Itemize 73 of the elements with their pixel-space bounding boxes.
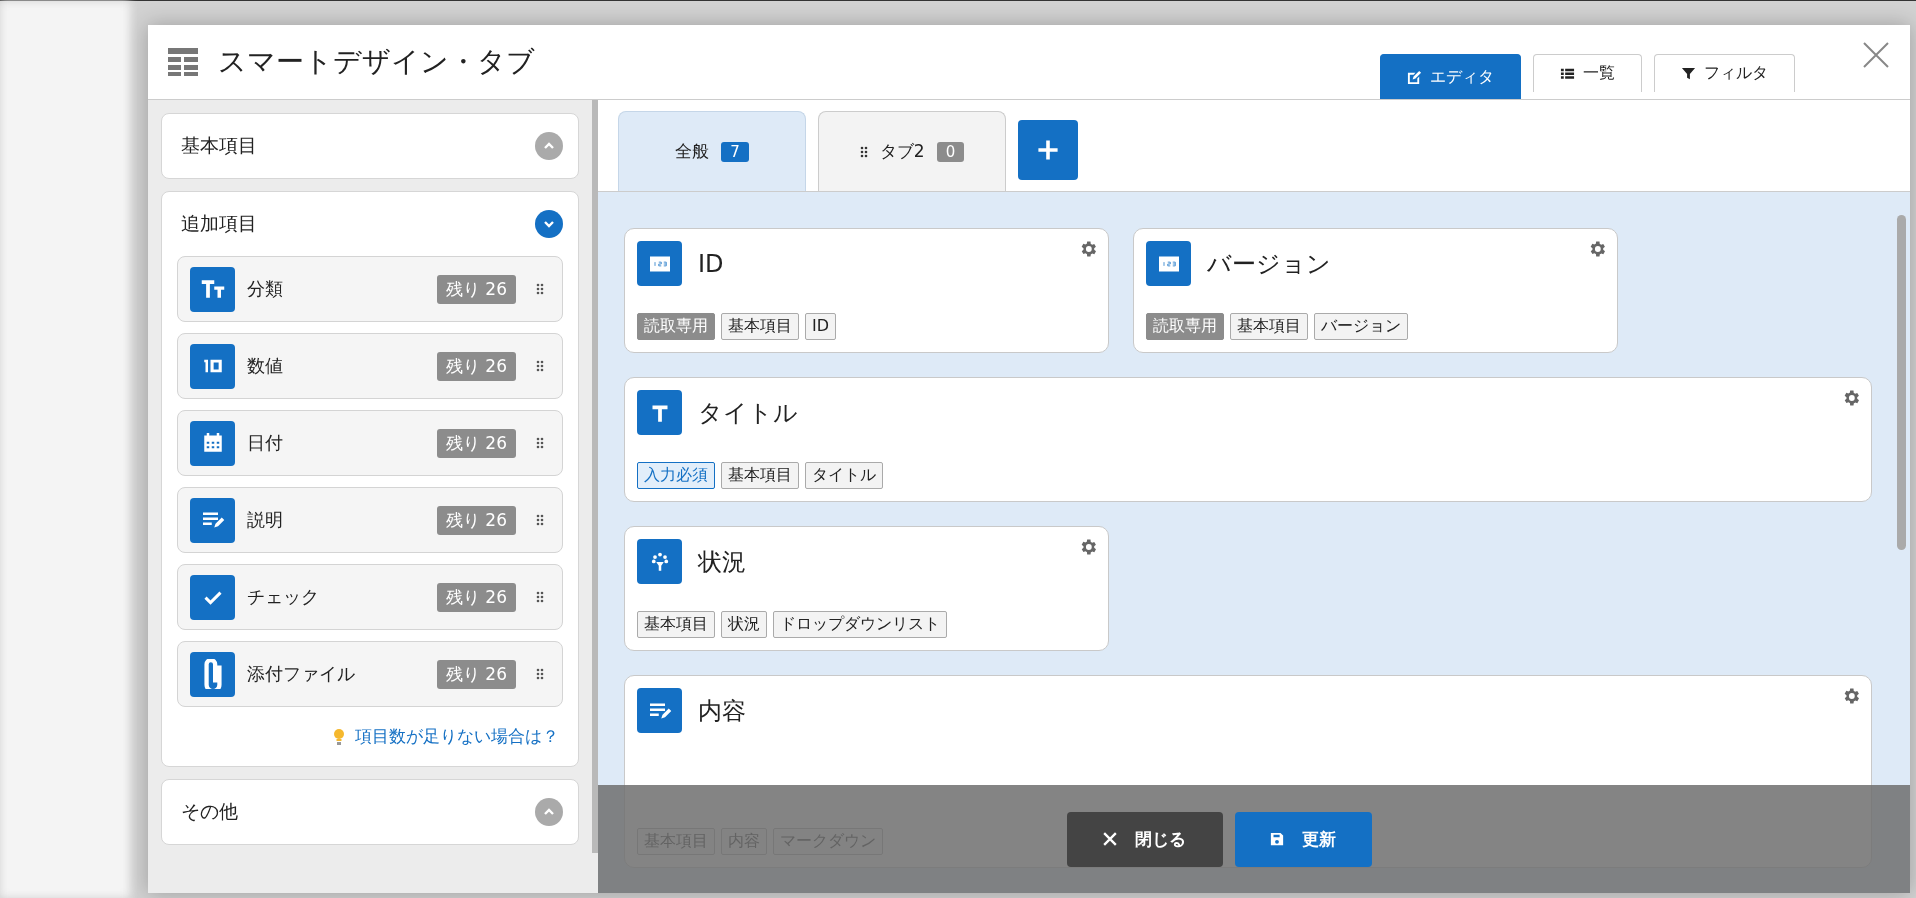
field-type-item[interactable]: チェック 残り 26 (177, 564, 563, 630)
field-type-label: 分類 (247, 277, 284, 301)
remaining-count: 残り 26 (436, 351, 516, 381)
scrollbar[interactable] (592, 100, 598, 853)
table-layout-icon (168, 48, 198, 76)
field-type-item[interactable]: 説明 残り 26 (177, 487, 563, 553)
plus-icon (1036, 138, 1060, 162)
view-tab[interactable]: エディタ (1380, 54, 1521, 99)
chevron-down-icon[interactable] (535, 210, 563, 238)
field-type-item[interactable]: 日付 残り 26 (177, 410, 563, 476)
drag-handle-icon[interactable] (536, 283, 544, 295)
view-tab[interactable]: フィルタ (1654, 54, 1795, 92)
field-tag: 基本項目 (721, 313, 799, 340)
field-tag: ドロップダウンリスト (773, 611, 947, 638)
field-name: タイトル (698, 397, 798, 429)
section-title: その他 (180, 799, 239, 824)
field-name: ID (698, 249, 724, 278)
field-card[interactable]: タイトル 入力必須 基本項目 タイトル (624, 377, 1872, 502)
close-button[interactable]: 閉じる (1066, 811, 1223, 867)
field-tag: 入力必須 (637, 462, 715, 489)
section-title: 基本項目 (180, 133, 258, 158)
field-name: 内容 (698, 695, 746, 727)
help-link[interactable]: 項目数が足りない場合は？ (355, 725, 559, 748)
field-type-item[interactable]: 数値 残り 26 (177, 333, 563, 399)
field-tag: ID (805, 313, 837, 340)
field-tag: 基本項目 (1230, 313, 1308, 340)
remaining-count: 残り 26 (436, 582, 516, 612)
count-badge: 0 (936, 141, 965, 162)
tab[interactable]: タブ2 0 (818, 111, 1006, 191)
add-tab-button[interactable] (1018, 120, 1078, 180)
field-name: バージョン (1207, 248, 1331, 280)
close-icon[interactable] (1862, 42, 1890, 70)
remaining-count: 残り 26 (436, 659, 516, 689)
remaining-count: 残り 26 (436, 428, 516, 458)
field-tag: 読取専用 (637, 313, 715, 340)
field-card[interactable]: 状況 基本項目 状況 ドロップダウンリスト (624, 526, 1109, 651)
field-type-label: 説明 (247, 508, 284, 532)
field-tag: バージョン (1314, 313, 1408, 340)
filter-icon (1681, 66, 1696, 81)
field-type-label: 数値 (247, 354, 284, 378)
section-title: 追加項目 (180, 211, 258, 236)
save-button[interactable]: 更新 (1234, 811, 1372, 867)
field-type-label: 添付ファイル (247, 662, 356, 686)
close-icon (1103, 832, 1117, 846)
tab[interactable]: 全般 7 (618, 111, 806, 191)
drag-handle-icon[interactable] (536, 437, 544, 449)
field-type-item[interactable]: 分類 残り 26 (177, 256, 563, 322)
field-tag: 状況 (721, 611, 767, 638)
drag-handle-icon[interactable] (536, 514, 544, 526)
field-tag: タイトル (805, 462, 883, 489)
list-icon (1560, 66, 1575, 81)
field-name: 状況 (698, 546, 746, 578)
drag-handle-icon[interactable] (859, 145, 868, 158)
remaining-count: 残り 26 (436, 505, 516, 535)
field-card[interactable]: バージョン 読取専用 基本項目 バージョン (1133, 228, 1618, 353)
lightbulb-icon (333, 727, 345, 746)
count-badge: 7 (721, 141, 749, 162)
scrollbar[interactable] (1897, 215, 1906, 550)
edit-icon (1407, 69, 1422, 85)
field-card[interactable]: ID 読取専用 基本項目 ID (624, 228, 1109, 353)
drag-handle-icon[interactable] (536, 360, 544, 372)
field-tag: 基本項目 (637, 611, 715, 638)
drag-handle-icon[interactable] (536, 668, 544, 680)
field-tag: 基本項目 (721, 462, 799, 489)
save-icon (1270, 832, 1284, 846)
view-tab[interactable]: 一覧 (1533, 54, 1642, 92)
field-tag: 読取専用 (1146, 313, 1224, 340)
field-type-label: チェック (247, 585, 320, 609)
field-type-label: 日付 (247, 431, 284, 455)
drag-handle-icon[interactable] (536, 591, 544, 603)
window-title: スマートデザイン・タブ (218, 44, 536, 80)
field-type-item[interactable]: 添付ファイル 残り 26 (177, 641, 563, 707)
remaining-count: 残り 26 (436, 274, 516, 304)
